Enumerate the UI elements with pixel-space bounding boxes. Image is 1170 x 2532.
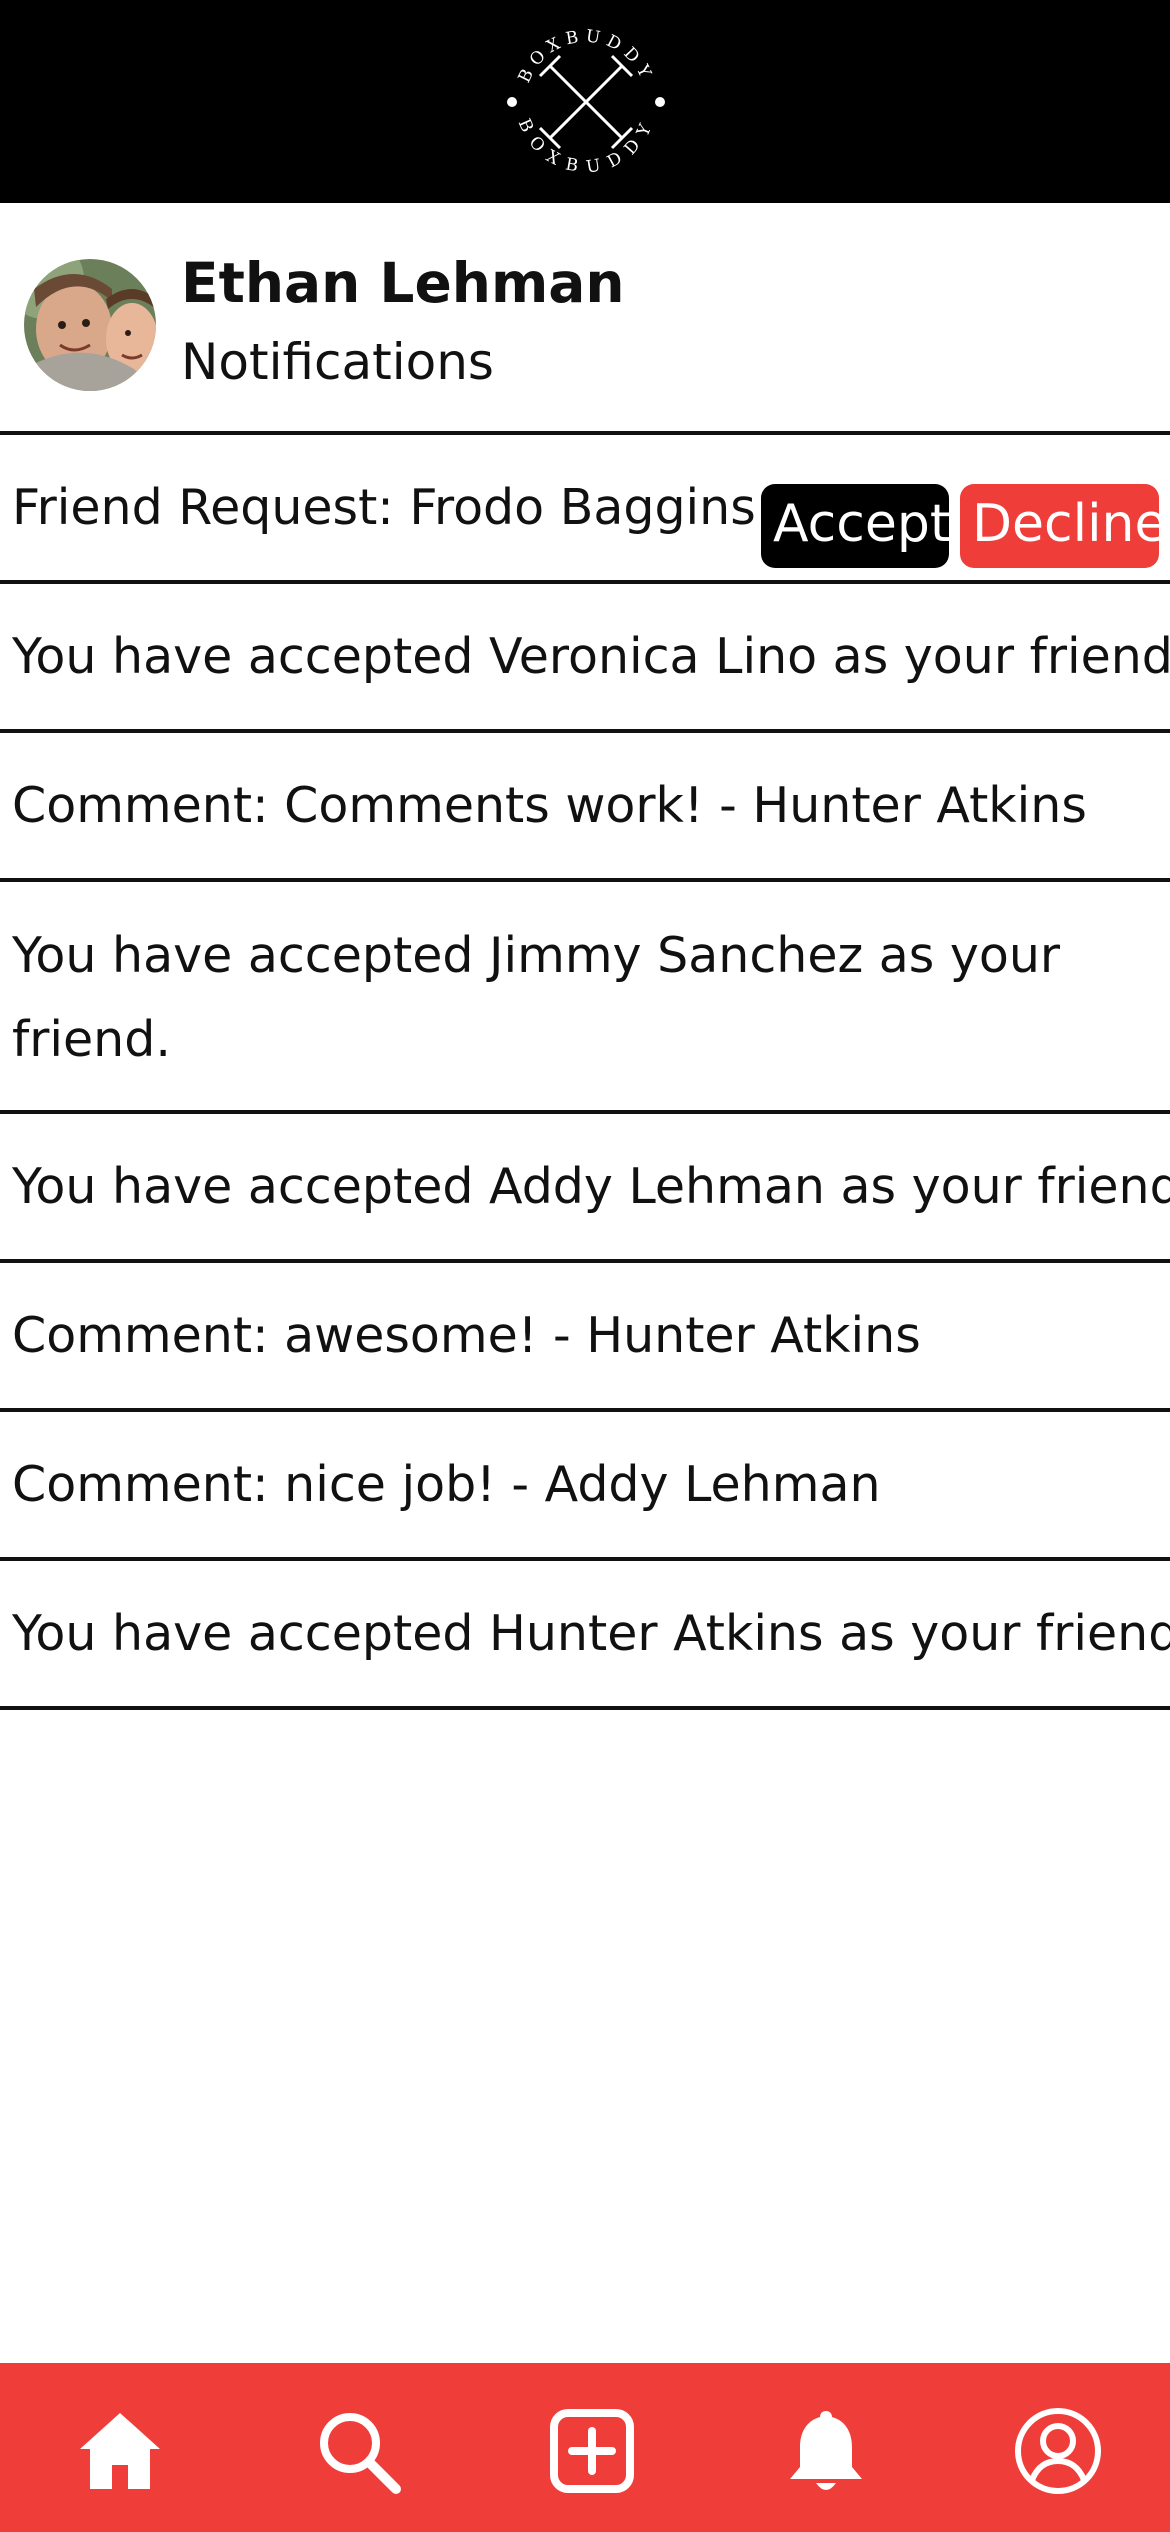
add-post-icon[interactable] (544, 2403, 640, 2499)
profile-icon[interactable] (1010, 2403, 1106, 2499)
notification-item: Comment: Comments work! - Hunter Atkins (0, 733, 1170, 882)
profile-header: Ethan Lehman Notifications (0, 203, 1170, 432)
notification-item: Comment: awesome! - Hunter Atkins (0, 1263, 1170, 1412)
notification-item: You have accepted Addy Lehman as your fr… (0, 1114, 1170, 1263)
friend-request-item: Friend Request: Frodo Baggins Accept Dec… (0, 435, 1170, 584)
notification-text: Comment: nice job! - Addy Lehman (12, 1455, 881, 1513)
top-bar: BOXBUDDY BOXBUDDY (0, 0, 1170, 203)
avatar[interactable] (24, 259, 156, 391)
page-title: Notifications (181, 333, 494, 391)
bell-icon[interactable] (778, 2403, 874, 2499)
user-name: Ethan Lehman (181, 251, 625, 315)
search-icon[interactable] (310, 2403, 406, 2499)
logo-text-top: BOXBUDDY (515, 26, 652, 86)
notification-item: You have accepted Hunter Atkins as your … (0, 1561, 1170, 1710)
accept-button[interactable]: Accept (761, 484, 950, 568)
notification-text: You have accepted Veronica Lino as your … (12, 627, 1170, 685)
home-icon[interactable] (72, 2403, 168, 2499)
notification-item: You have accepted Veronica Lino as your … (0, 584, 1170, 733)
notification-item: You have accepted Jimmy Sanchez as your … (0, 882, 1170, 1114)
notification-text: You have accepted Addy Lehman as your fr… (12, 1157, 1170, 1215)
svg-text:BOXBUDDY: BOXBUDDY (514, 116, 659, 178)
notification-text: Comment: awesome! - Hunter Atkins (12, 1306, 921, 1364)
notification-text: Comment: Comments work! - Hunter Atkins (12, 776, 1087, 834)
notification-text: You have accepted Jimmy Sanchez as your … (12, 927, 1061, 1068)
notification-list: Friend Request: Frodo Baggins Accept Dec… (0, 435, 1170, 1710)
decline-button[interactable]: Decline (960, 484, 1166, 568)
boxbuddy-logo: BOXBUDDY BOXBUDDY (507, 26, 665, 178)
notification-text: You have accepted Hunter Atkins as your … (12, 1604, 1170, 1662)
notification-item: Comment: nice job! - Addy Lehman (0, 1412, 1170, 1561)
svg-text:BOXBUDDY: BOXBUDDY (515, 26, 658, 86)
friend-request-text: Friend Request: Frodo Baggins (12, 478, 756, 536)
logo-text-bottom: BOXBUDDY (514, 116, 653, 178)
bottom-nav (0, 2363, 1170, 2532)
